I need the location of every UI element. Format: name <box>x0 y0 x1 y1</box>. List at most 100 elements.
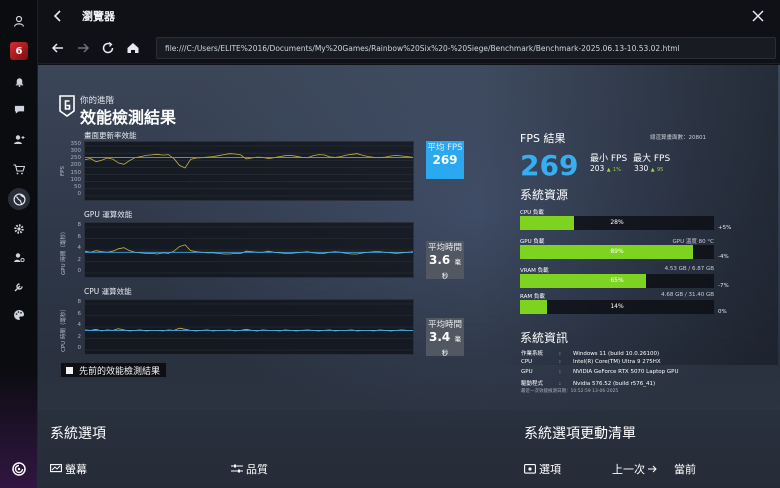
system-info-title: 系統資訊 <box>520 331 569 345</box>
nav-back-icon[interactable] <box>50 40 66 56</box>
fps-max-label: 最大 FPS <box>633 154 671 164</box>
fps-ytick: 200 <box>70 162 82 169</box>
cpu-load-delta: +5% <box>718 225 732 231</box>
si-os-key: 作業系統 <box>521 351 544 357</box>
ram-load-delta: 0% <box>718 309 727 315</box>
vram-load-bar: 65% <box>520 274 714 288</box>
sidebar-browser[interactable] <box>0 188 38 210</box>
ram-load-pct: 14% <box>610 303 624 310</box>
si-os-value: Windows 11 (build 10.0.26100) <box>573 351 660 357</box>
sidebar-themes[interactable] <box>0 304 38 326</box>
siege-badge-icon <box>59 95 75 117</box>
cpu-ytick: 4 <box>77 322 82 328</box>
gpu-avg-time-label: 平均時間 <box>427 243 462 253</box>
sidebar-store[interactable] <box>0 158 38 180</box>
si-cpu-value: Intel(R) Core(TM) Ultra 9 275HX <box>573 359 661 365</box>
gpu-avg-time-value: 3.6 <box>429 253 451 267</box>
fps-ytick: 100 <box>70 176 82 183</box>
sidebar-settings[interactable] <box>0 218 38 240</box>
nav-forward-icon[interactable] <box>75 40 91 56</box>
fps-min-label: 最小 FPS <box>590 154 628 164</box>
gpu-ytick: 6 <box>77 233 82 240</box>
cpu-chart-svg <box>85 303 413 351</box>
sidebar-game-tile[interactable]: 6 <box>0 40 38 62</box>
cpu-chart <box>84 299 414 355</box>
fps-chart-svg <box>85 145 413 197</box>
fps-max-up-icon: ▲ <box>650 167 655 173</box>
system-options-title: 系統選項 <box>50 426 106 442</box>
sidebar-friends[interactable] <box>0 128 38 150</box>
gpu-section-label: GPU 運算效能 <box>84 210 133 219</box>
globe-icon <box>12 192 26 206</box>
cpu-ytick: 2 <box>77 333 82 340</box>
si-gpu-value: NVIDIA GeForce RTX 5070 Laptop GPU <box>573 369 679 375</box>
vram-load-delta: -7% <box>718 283 729 289</box>
cpu-load-bar: 28% <box>520 216 714 230</box>
options-category[interactable]: 選項 <box>524 461 561 477</box>
si-row-os: 作業系統: Windows 11 (build 10.0.26100) <box>521 351 660 357</box>
window-titlebar: 瀏覽器 <box>38 0 780 32</box>
browser-navbar: file:///C:/Users/ELITE%2016/Documents/My… <box>38 32 780 64</box>
gpu-chart-svg <box>85 226 413 274</box>
sidebar-chat[interactable] <box>0 98 38 120</box>
fps-min-pct: 1% <box>612 167 621 173</box>
avg-fps-value: 269 <box>432 153 458 167</box>
cpu-ytick: 0 <box>77 345 82 351</box>
benchmark-page: 你的進階 效能檢測結果 畫面更新率效能 FPS 平均 FPS 269 GPU 運… <box>38 65 780 488</box>
palette-icon <box>14 310 24 320</box>
screen-category[interactable]: 螢幕 <box>50 461 87 477</box>
screen-category-label: 螢幕 <box>65 463 87 476</box>
previous-column: 上一次 <box>612 461 657 477</box>
current-column: 當前 <box>674 461 696 477</box>
options-category-label: 選項 <box>539 463 561 476</box>
cpu-section-label: CPU 運算效能 <box>84 287 132 296</box>
previous-results-button[interactable]: 先前的效能檢測結果 <box>60 362 168 378</box>
back-arrow-icon[interactable] <box>50 8 66 24</box>
options-screen-icon <box>524 464 536 474</box>
fps-min-up-icon: ▲ <box>606 167 611 173</box>
fps-results-title: FPS 結果 <box>520 132 566 145</box>
fps-max-pct: 95 <box>656 167 664 173</box>
ram-info: 4.68 GB / 31.40 GB <box>661 292 714 298</box>
sidebar-account[interactable] <box>0 246 38 268</box>
sidebar-profile[interactable] <box>0 10 38 32</box>
gpu-avg-time-box: 平均時間 3.6 毫秒 <box>426 241 464 280</box>
ram-load-label: RAM 負載 <box>520 294 545 300</box>
gear-icon <box>14 224 24 234</box>
gpu-load-pct: 89% <box>610 248 624 255</box>
gpu-load-bar: 89% <box>520 245 714 259</box>
gpu-ytick: 4 <box>77 245 82 251</box>
previous-results-checkbox-icon <box>66 367 73 374</box>
cart-icon <box>13 163 25 174</box>
si-gpu-key: GPU <box>521 369 533 375</box>
gpu-ytick: 2 <box>77 256 82 263</box>
sidebar-ubisoft[interactable] <box>0 458 38 480</box>
url-bar[interactable]: file:///C:/Users/ELITE%2016/Documents/My… <box>156 37 776 59</box>
bottom-shade <box>38 410 780 488</box>
add-friend-icon <box>14 134 25 144</box>
si-cpu-key: CPU <box>521 359 533 365</box>
fps-ytick: 50 <box>74 183 81 190</box>
si-row-gpu: GPU: NVIDIA GeForce RTX 5070 Laptop GPU <box>521 369 679 375</box>
home-icon[interactable] <box>125 40 141 56</box>
previous-results-label: 先前的效能檢測結果 <box>79 366 161 377</box>
fps-min-wrap: 203 ▲ 1% <box>590 164 621 173</box>
sidebar-tools[interactable] <box>0 276 38 298</box>
gpu-chart <box>84 222 414 278</box>
window-title: 瀏覽器 <box>82 10 115 23</box>
ram-load-bar: 14% <box>520 300 714 314</box>
fps-min-value: 203 <box>590 164 605 173</box>
fps-ytick: 250 <box>70 155 82 162</box>
sidebar-browser-highlight <box>8 188 30 210</box>
cpu-ytick: 6 <box>77 310 82 317</box>
cpu-load-label: CPU 負載 <box>520 210 544 216</box>
cpu-avg-time-value: 3.4 <box>429 330 451 344</box>
refresh-icon[interactable] <box>100 40 116 56</box>
si-driver-key: 驅動程式 <box>521 381 544 387</box>
sidebar-notifications[interactable] <box>0 70 38 92</box>
quality-category[interactable]: 品質 <box>231 461 268 477</box>
close-icon[interactable] <box>750 8 766 24</box>
page-title: 效能檢測結果 <box>80 108 177 127</box>
left-sidebar: 6 <box>0 0 38 488</box>
quality-category-label: 品質 <box>246 463 268 476</box>
